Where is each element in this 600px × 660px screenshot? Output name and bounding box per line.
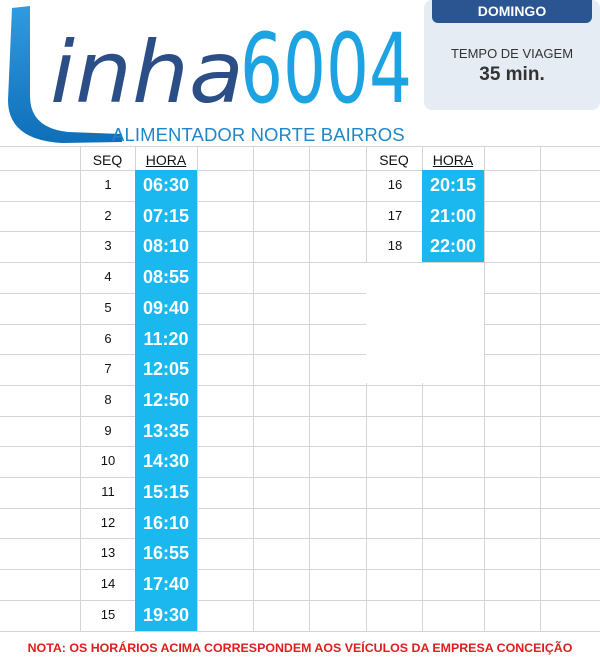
time-cell: 08:10 xyxy=(142,236,190,256)
time-cell: 07:15 xyxy=(142,206,190,226)
time-cell: 13:35 xyxy=(142,421,190,441)
seq-cell: 3 xyxy=(104,238,112,253)
logo-word: inha xyxy=(50,23,244,114)
time-cell: 16:55 xyxy=(142,543,190,563)
time-cell: 20:15 xyxy=(429,175,477,195)
seq-cell: 10 xyxy=(100,453,116,468)
grid-hline xyxy=(0,631,600,632)
seq-cell: 15 xyxy=(100,607,116,622)
hora-header-left-text: HORA xyxy=(145,152,187,168)
time-cell: 09:40 xyxy=(142,298,190,318)
hora-header-left: HORA xyxy=(135,151,197,169)
grid-vline xyxy=(197,146,198,632)
footer-note: NOTA: OS HORÁRIOS ACIMA CORRESPONDEM AOS… xyxy=(27,641,573,655)
seq-cell: 11 xyxy=(101,484,115,499)
grid-vline xyxy=(309,146,310,632)
time-cell: 08:55 xyxy=(142,267,190,287)
seq-cell: 5 xyxy=(104,300,112,315)
seq-cell: 1 xyxy=(104,177,112,192)
seq-header-left: SEQ xyxy=(92,152,123,168)
grid-vline xyxy=(484,146,485,632)
day-badge: DOMINGO xyxy=(432,0,592,23)
time-cell: 11:20 xyxy=(143,329,189,349)
grid-vline xyxy=(366,146,367,632)
seq-cell: 4 xyxy=(104,269,112,284)
seq-cell: 9 xyxy=(104,423,112,438)
line-number: 6004 xyxy=(240,13,412,114)
time-cell: 21:00 xyxy=(429,206,477,226)
route-subtitle: ALIMENTADOR NORTE BAIRROS xyxy=(112,124,405,145)
line-number-text: 6004 xyxy=(240,13,412,114)
logo-word-text: inha xyxy=(50,23,244,114)
grid-hline xyxy=(0,146,600,147)
grid-vline xyxy=(80,146,81,632)
seq-cell: 18 xyxy=(387,238,403,253)
hora-header-right-text: HORA xyxy=(432,152,474,168)
travel-time-label: TEMPO DE VIAGEM xyxy=(450,46,574,61)
trip-info-card: DOMINGO TEMPO DE VIAGEM 35 min. xyxy=(424,0,600,110)
travel-time-value: 35 min. xyxy=(479,64,545,85)
seq-header-right: SEQ xyxy=(379,152,409,168)
hora-header-right: HORA xyxy=(422,151,484,169)
time-cell: 16:10 xyxy=(142,513,190,533)
time-cell: 22:00 xyxy=(429,236,477,256)
time-cell: 14:30 xyxy=(142,451,190,471)
seq-cell: 16 xyxy=(387,177,403,192)
seq-cell: 13 xyxy=(100,545,116,560)
seq-cell: 17 xyxy=(387,208,403,223)
time-cell: 06:30 xyxy=(142,175,190,195)
time-cell: 19:30 xyxy=(142,605,190,625)
seq-cell: 8 xyxy=(104,392,112,407)
grid-vline xyxy=(540,146,541,632)
time-cell: 12:50 xyxy=(142,390,190,410)
time-cell: 15:15 xyxy=(142,482,190,502)
seq-cell: 2 xyxy=(104,208,112,223)
grid-vline xyxy=(253,146,254,632)
seq-cell: 6 xyxy=(104,331,112,346)
empty-area xyxy=(366,263,484,383)
seq-cell: 7 xyxy=(104,361,112,376)
seq-cell: 12 xyxy=(100,515,116,530)
seq-cell: 14 xyxy=(100,576,116,591)
time-cell: 17:40 xyxy=(142,574,190,594)
time-cell: 12:05 xyxy=(142,359,190,379)
